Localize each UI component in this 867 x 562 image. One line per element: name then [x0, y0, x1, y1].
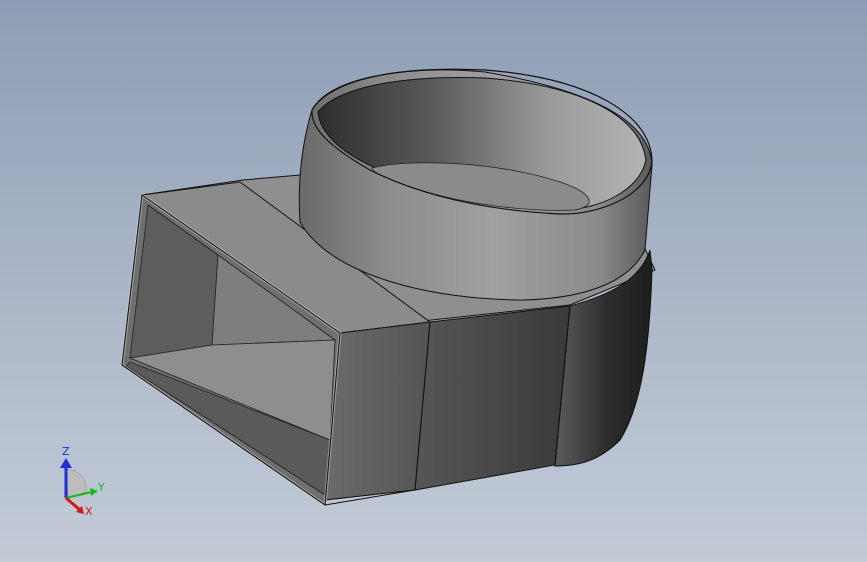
z-axis-label: Z	[62, 445, 70, 458]
z-axis-arrow	[60, 458, 72, 468]
coordinate-triad-icon: Z Y X	[60, 445, 105, 518]
graphics-viewport[interactable]: Z Y X	[0, 0, 867, 562]
coordinate-triad[interactable]: Z Y X	[44, 440, 114, 520]
x-axis-label: X	[85, 505, 93, 518]
box-right-face	[324, 305, 571, 501]
3d-model-duct-transition[interactable]	[0, 0, 867, 562]
y-axis-label: Y	[97, 481, 105, 494]
y-axis-arrow	[90, 488, 98, 496]
x-axis-line	[65, 496, 81, 512]
